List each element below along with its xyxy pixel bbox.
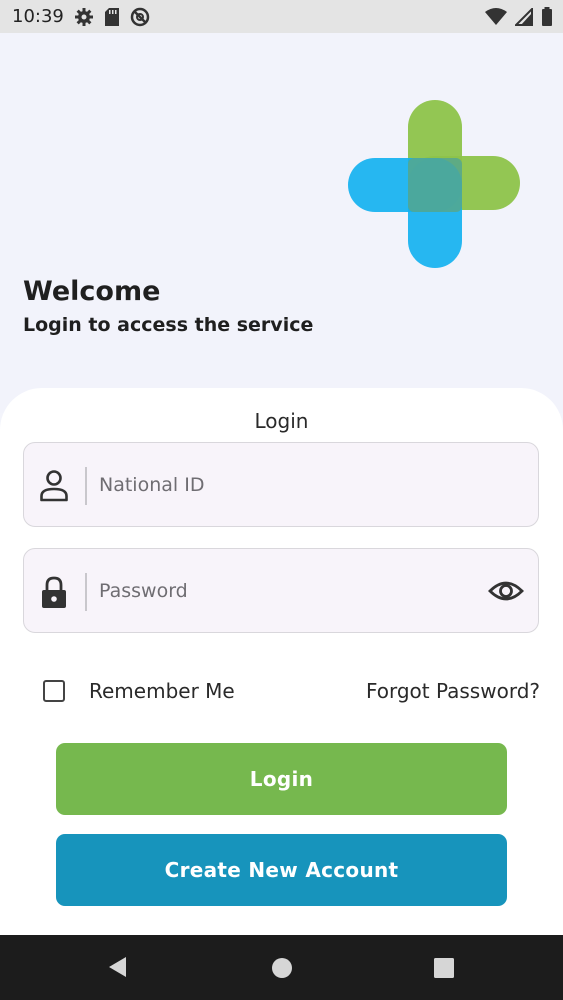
lock-icon [42,576,66,608]
status-icons-left [74,7,150,27]
national-id-field[interactable]: National ID [23,442,539,527]
remember-me-checkbox[interactable] [43,680,65,702]
forgot-password-link[interactable]: Forgot Password? [366,679,540,703]
person-icon [40,470,68,502]
sd-card-icon [105,8,119,26]
status-bar: 10:39 [0,0,563,33]
login-button[interactable]: Login [56,743,507,815]
field-divider [85,573,87,611]
navigation-bar [0,935,563,1000]
battery-icon [542,7,552,26]
wifi-icon [485,8,507,25]
status-icons-right [485,7,553,27]
back-icon[interactable] [106,955,128,979]
create-account-button[interactable]: Create New Account [56,834,507,906]
password-placeholder: Password [99,580,188,602]
home-icon[interactable] [271,957,293,979]
status-time: 10:39 [12,6,64,27]
signal-icon [515,8,533,26]
national-id-placeholder: National ID [99,474,205,496]
field-divider [85,467,87,505]
welcome-subtitle: Login to access the service [23,314,314,336]
eye-icon[interactable] [488,575,524,607]
login-card-title: Login [254,409,309,433]
remember-me-label[interactable]: Remember Me [89,679,235,703]
password-field[interactable]: Password [23,548,539,633]
logo-plus-icon [348,100,520,268]
recents-icon[interactable] [433,957,455,979]
settings-icon [75,8,93,26]
no-disturb-icon [130,7,150,27]
welcome-title: Welcome [23,276,161,307]
